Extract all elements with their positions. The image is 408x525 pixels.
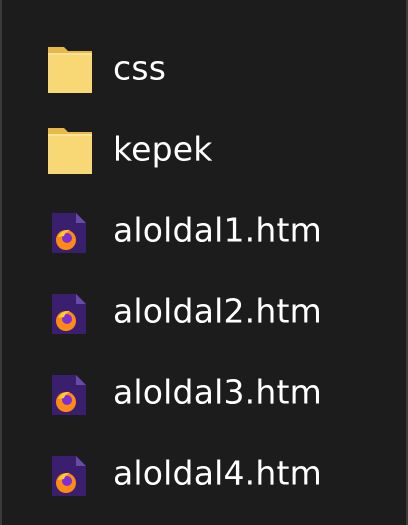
firefox-html-file-icon [46,284,94,340]
item-name: aloldal2.htm [113,291,322,331]
explorer-file-pane: css kepek aloldal1.htm aloldal2.htm alol… [0,0,408,525]
list-item-aloldal1-htm[interactable]: aloldal1.htm [2,190,406,271]
list-item-aloldal4-htm[interactable]: aloldal4.htm [2,433,406,514]
item-name: css [113,48,167,88]
item-name: aloldal3.htm [113,372,322,412]
file-list: css kepek aloldal1.htm aloldal2.htm alol… [2,28,406,514]
item-name: aloldal4.htm [113,453,322,493]
firefox-html-file-icon [46,203,94,259]
folder-icon [46,122,94,178]
item-name: aloldal1.htm [113,210,322,250]
list-item-aloldal3-htm[interactable]: aloldal3.htm [2,352,406,433]
item-name: kepek [113,129,213,169]
firefox-html-file-icon [46,446,94,502]
list-item-css-folder[interactable]: css [2,28,406,109]
firefox-html-file-icon [46,365,94,421]
folder-icon [46,41,94,97]
list-item-kepek-folder[interactable]: kepek [2,109,406,190]
list-item-aloldal2-htm[interactable]: aloldal2.htm [2,271,406,352]
